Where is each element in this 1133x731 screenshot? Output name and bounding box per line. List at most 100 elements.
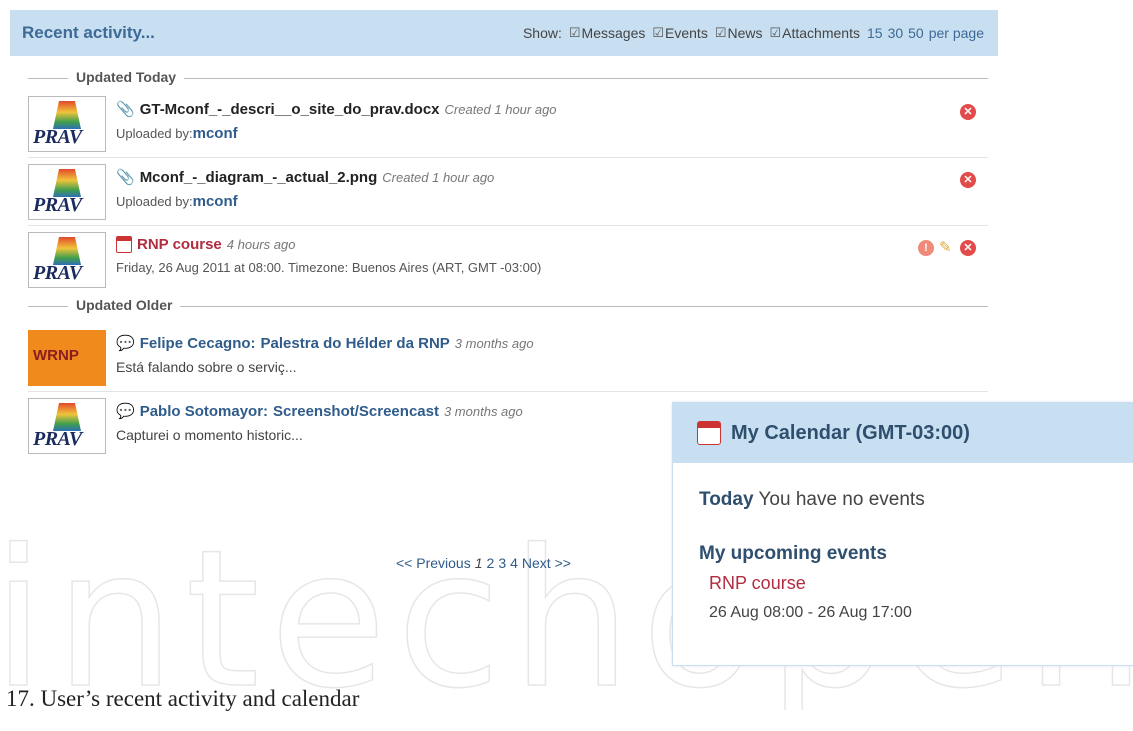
calendar-icon [697, 421, 721, 445]
item-uploader: Uploaded by:mconf [116, 125, 557, 142]
checkbox-checked-icon[interactable]: ☑ [770, 25, 782, 41]
activity-item: WRNP 💬 Felipe Cecagno: Palestra do Hélde… [28, 324, 988, 392]
delete-icon[interactable]: ✕ [960, 104, 976, 120]
item-actions: ✕ [960, 172, 976, 188]
activity-filters: Show: ☑ Messages ☑ Events ☑ News ☑ Attachmen… [523, 25, 984, 41]
per-page-50-link[interactable]: 50 [908, 25, 924, 41]
checkbox-checked-icon[interactable]: ☑ [715, 25, 727, 41]
section-label: Updated Older [68, 297, 181, 313]
comment-icon: 💬 [116, 335, 135, 352]
item-timestamp: Created 1 hour ago [382, 169, 495, 185]
pencil-icon[interactable]: ✎ [939, 240, 955, 256]
calendar-header: My Calendar (GMT-03:00) [673, 403, 1133, 463]
activity-title: Recent activity... [22, 23, 155, 42]
prav-logo-text: PRAV [33, 262, 82, 284]
item-timestamp: 3 months ago [454, 335, 534, 351]
event-details: Friday, 26 Aug 2011 at 08:00. Timezone: … [116, 260, 542, 275]
uploaded-by-label: Uploaded by: [116, 194, 193, 209]
prav-logo-text: PRAV [33, 194, 82, 216]
filter-messages[interactable]: ☑ Messages [569, 25, 645, 41]
space-logo-prav[interactable]: PRAV [28, 398, 106, 454]
prav-logo-graphic [53, 169, 81, 197]
filter-attachments[interactable]: ☑ Attachments [770, 25, 860, 41]
item-timestamp: Created 1 hour ago [444, 101, 557, 117]
checkbox-checked-icon[interactable]: ☑ [652, 25, 664, 41]
section-label: Updated Today [68, 69, 185, 85]
item-body: 📎 GT-Mconf_-_descri__o_site_do_prav.docx… [116, 96, 557, 157]
filter-label: Attachments [782, 25, 860, 41]
checkbox-checked-icon[interactable]: ☑ [569, 25, 581, 41]
filter-label: News [727, 25, 763, 41]
comment-icon: 💬 [116, 403, 135, 420]
per-page-15-link[interactable]: 15 [867, 25, 883, 41]
current-page: 1 [474, 555, 483, 571]
post-title-link[interactable]: Palestra do Hélder da RNP [261, 335, 450, 352]
post-title-link[interactable]: Screenshot/Screencast [273, 403, 439, 420]
uploader-link[interactable]: mconf [193, 193, 238, 210]
today-label: Today [699, 489, 754, 510]
paperclip-icon: 📎 [116, 169, 135, 186]
event-name-link[interactable]: RNP course [137, 236, 222, 253]
next-page-link[interactable]: Next >> [522, 555, 571, 571]
page-4-link[interactable]: 4 [510, 555, 518, 571]
item-body: 💬 Pablo Sotomayor: Screenshot/Screencast… [116, 398, 523, 460]
author-link[interactable]: Pablo Sotomayor: [140, 403, 268, 420]
per-page-30-link[interactable]: 30 [888, 25, 904, 41]
item-body: 💬 Felipe Cecagno: Palestra do Hélder da … [116, 330, 534, 391]
attachment-name-link[interactable]: Mconf_-_diagram_-_actual_2.png [140, 169, 378, 186]
item-line1: 📎 Mconf_-_diagram_-_actual_2.png Created… [116, 168, 495, 187]
item-actions: ! ✎ ✕ [918, 240, 976, 256]
activity-item: PRAV RNP course 4 hours ago Friday, 26 A… [28, 226, 988, 294]
item-uploader: Uploaded by:mconf [116, 193, 494, 210]
item-line1: 💬 Felipe Cecagno: Palestra do Hélder da … [116, 334, 534, 353]
item-actions: ✕ [960, 104, 976, 120]
post-excerpt: Capturei o momento historic... [116, 427, 303, 443]
space-logo-prav[interactable]: PRAV [28, 96, 106, 152]
calendar-body: Today You have no events My upcoming eve… [673, 463, 1133, 622]
space-logo-prav[interactable]: PRAV [28, 232, 106, 288]
prav-logo-graphic [53, 403, 81, 431]
prav-logo-text: PRAV [33, 126, 82, 148]
item-timestamp: 4 hours ago [226, 237, 296, 252]
filter-events[interactable]: ☑ Events [652, 25, 707, 41]
prav-logo-graphic [53, 101, 81, 129]
page-3-link[interactable]: 3 [498, 555, 506, 571]
upcoming-event-link[interactable]: RNP course [709, 573, 1133, 594]
delete-icon[interactable]: ✕ [960, 172, 976, 188]
filter-label: Events [665, 25, 708, 41]
prav-logo-graphic [53, 237, 81, 265]
section-updated-older: Updated Older [28, 294, 988, 318]
activity-item: PRAV 📎 GT-Mconf_-_descri__o_site_do_prav… [28, 90, 988, 158]
author-link[interactable]: Felipe Cecagno: [140, 335, 256, 352]
show-label: Show: [522, 25, 562, 41]
post-excerpt: Está falando sobre o serviç... [116, 359, 297, 375]
space-logo-wrnp[interactable]: WRNP [28, 330, 106, 386]
item-line1: RNP course 4 hours ago [116, 236, 541, 253]
info-icon[interactable]: ! [918, 240, 934, 256]
item-line1: 💬 Pablo Sotomayor: Screenshot/Screencast… [116, 402, 523, 421]
upcoming-event-time: 26 Aug 08:00 - 26 Aug 17:00 [709, 604, 912, 621]
wrnp-logo-text: WRNP [33, 347, 79, 364]
paperclip-icon: 📎 [116, 101, 135, 118]
activity-item: PRAV 📎 Mconf_-_diagram_-_actual_2.png Cr… [28, 158, 988, 226]
item-body: 📎 Mconf_-_diagram_-_actual_2.png Created… [116, 164, 494, 225]
activity-header: Recent activity... Show: ☑ Messages ☑ Even… [10, 10, 998, 56]
figure-caption: 17. User’s recent activity and calendar [6, 686, 360, 711]
attachment-name-link[interactable]: GT-Mconf_-_descri__o_site_do_prav.docx [140, 101, 440, 118]
previous-page-link[interactable]: << Previous [396, 555, 471, 571]
delete-icon[interactable]: ✕ [960, 240, 976, 256]
my-calendar-panel: My Calendar (GMT-03:00) Today You have n… [672, 402, 1133, 666]
item-timestamp: 3 months ago [443, 403, 523, 419]
today-summary: Today You have no events [699, 489, 1133, 511]
space-logo-prav[interactable]: PRAV [28, 164, 106, 220]
filter-news[interactable]: ☑ News [715, 25, 763, 41]
uploaded-by-label: Uploaded by: [116, 126, 193, 141]
upcoming-events-heading: My upcoming events [699, 543, 887, 564]
item-line1: 📎 GT-Mconf_-_descri__o_site_do_prav.docx… [116, 100, 557, 119]
calendar-icon [116, 236, 132, 253]
page-2-link[interactable]: 2 [487, 555, 495, 571]
uploader-link[interactable]: mconf [193, 125, 238, 142]
prav-logo-text: PRAV [33, 428, 82, 450]
calendar-title: My Calendar (GMT-03:00) [731, 421, 970, 444]
per-page-suffix: per page [928, 25, 984, 41]
